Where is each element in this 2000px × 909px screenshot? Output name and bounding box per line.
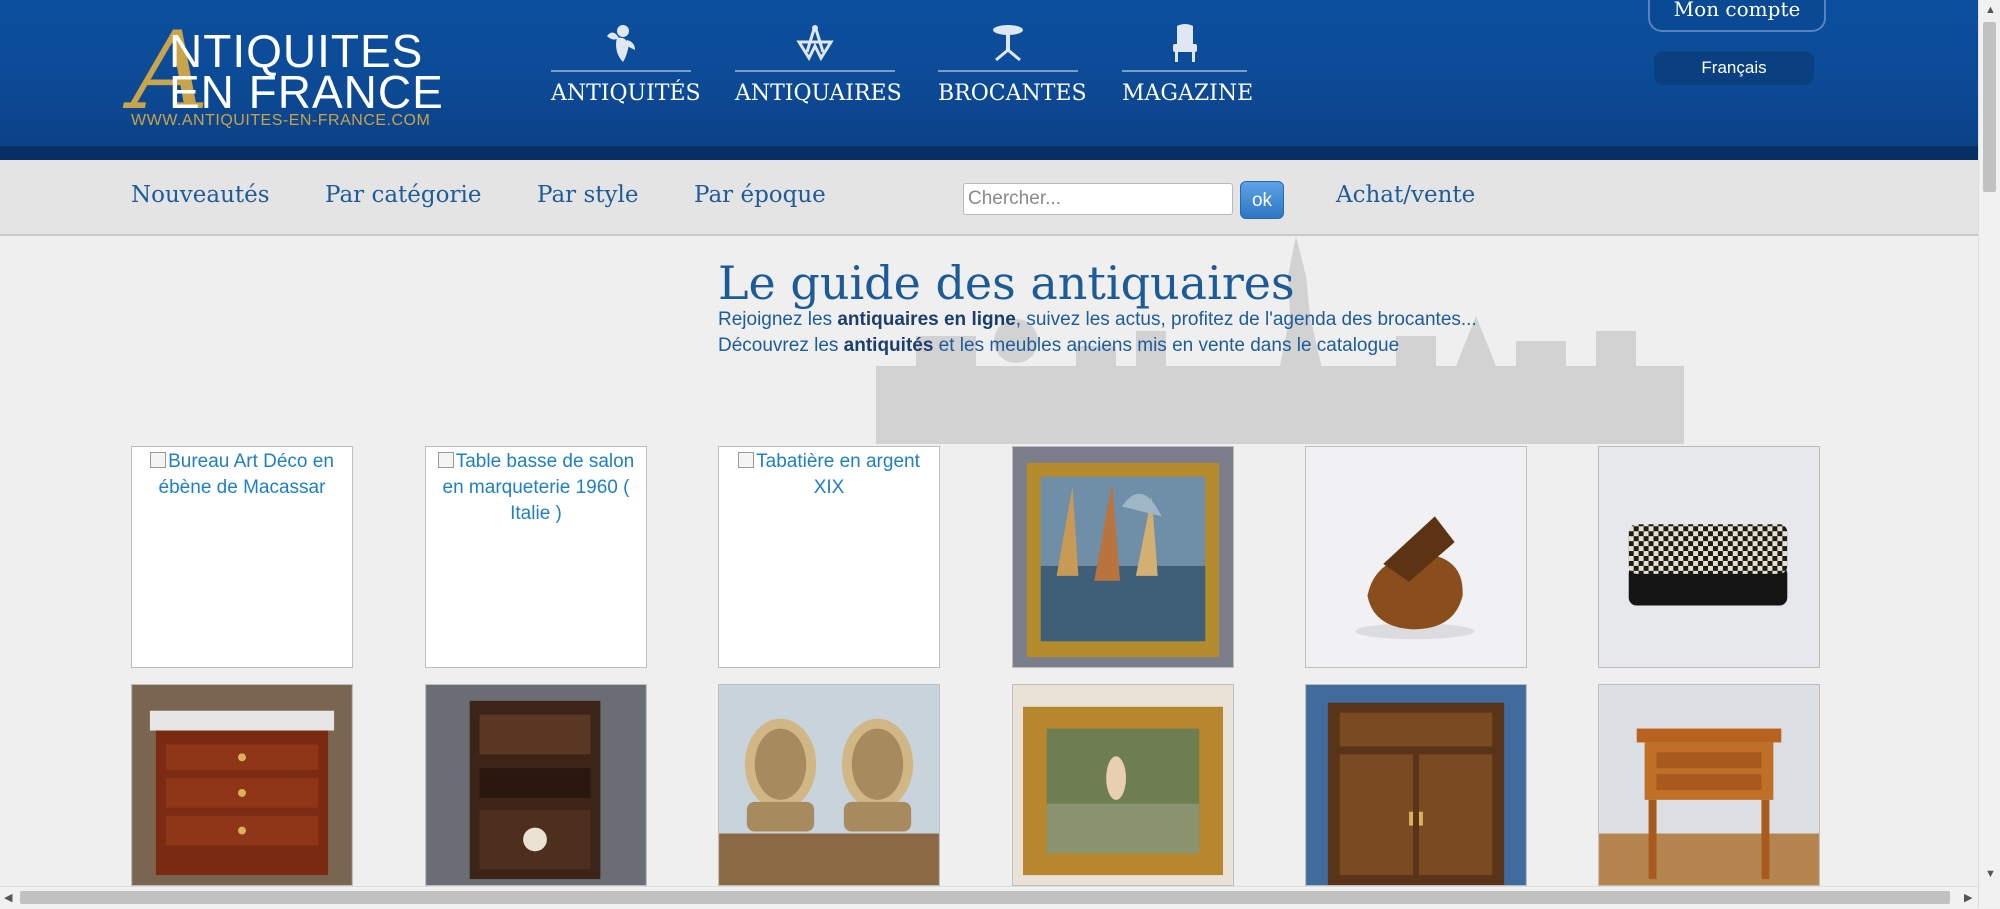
pair-of-armchairs-image xyxy=(719,685,939,885)
nav-divider xyxy=(735,70,895,72)
broken-image-icon xyxy=(150,452,167,468)
logo-text-line2: EN FRANCE xyxy=(169,66,444,118)
mainnav-antiquites[interactable]: ANTIQUITÉS xyxy=(551,22,701,112)
account-button[interactable]: Mon compte xyxy=(1648,0,1826,32)
language-selector[interactable]: Français xyxy=(1654,51,1814,85)
mainnav-label: ANTIQUITÉS xyxy=(551,81,701,106)
product-card[interactable] xyxy=(1012,684,1234,886)
product-card[interactable] xyxy=(1012,446,1234,668)
intro-link-antiquaires[interactable]: antiquaires en ligne xyxy=(837,309,1015,330)
vertical-scrollbar[interactable]: ▲ ▼ xyxy=(1978,0,2000,908)
mainnav-label: MAGAZINE xyxy=(1122,81,1254,106)
intro-text: Découvrez les xyxy=(718,335,844,356)
broken-image-icon xyxy=(738,452,755,468)
subnav-nouveautes[interactable]: Nouveautés xyxy=(131,180,270,210)
mahogany-commode-image xyxy=(132,685,352,885)
intro-text: et les meubles anciens mis en vente dans… xyxy=(933,335,1400,356)
product-card[interactable] xyxy=(718,684,940,886)
intro-line-1: Rejoignez les antiquaires en ligne, suiv… xyxy=(718,308,1477,332)
product-image-alt: Table basse de salon en marqueterie 1960… xyxy=(442,451,635,524)
harbor-painting-image xyxy=(1013,447,1233,667)
search-submit-button[interactable]: ok xyxy=(1240,181,1284,219)
site-header: A NTIQUITES EN FRANCE WWW.ANTIQUITES-EN-… xyxy=(0,0,1978,160)
search-input[interactable] xyxy=(963,183,1233,215)
compass-icon xyxy=(796,25,834,62)
subnav-par-epoque[interactable]: Par époque xyxy=(694,180,826,210)
scroll-up-icon[interactable]: ▲ xyxy=(1985,4,1996,16)
horizontal-scrollbar[interactable]: ◀ ▶ xyxy=(0,886,1978,909)
asian-cabinet-image xyxy=(426,685,646,885)
product-card[interactable] xyxy=(1598,446,1820,668)
scroll-left-icon[interactable]: ◀ xyxy=(4,892,12,904)
intro-link-antiquites[interactable]: antiquités xyxy=(844,335,934,356)
page-title: Le guide des antiquaires xyxy=(718,256,1295,310)
subnav-achat-vente[interactable]: Achat/vente xyxy=(1336,180,1475,210)
scroll-down-icon[interactable]: ▼ xyxy=(1985,868,1996,880)
product-card[interactable] xyxy=(1305,684,1527,886)
vertical-scroll-thumb[interactable] xyxy=(1983,22,1996,192)
cherub-icon xyxy=(607,25,635,62)
product-card[interactable]: Tabatière en argent XIX xyxy=(718,446,940,668)
secondary-nav: Nouveautés Par catégorie Par style Par é… xyxy=(0,160,1978,236)
site-logo[interactable]: A NTIQUITES EN FRANCE WWW.ANTIQUITES-EN-… xyxy=(131,18,451,134)
tortoiseshell-box-image xyxy=(1306,447,1526,667)
product-card[interactable] xyxy=(1305,446,1527,668)
product-card[interactable] xyxy=(425,684,647,886)
nav-divider xyxy=(938,70,1078,72)
armchair-icon xyxy=(1172,24,1197,62)
product-card[interactable]: Bureau Art Déco en ébène de Macassar xyxy=(131,446,353,668)
mainnav-brocantes[interactable]: BROCANTES xyxy=(938,22,1087,112)
mainnav-label: ANTIQUAIRES xyxy=(735,81,902,106)
subnav-par-categorie[interactable]: Par catégorie xyxy=(325,180,481,210)
product-card[interactable] xyxy=(1598,684,1820,886)
logo-url: WWW.ANTIQUITES-EN-FRANCE.COM xyxy=(131,112,431,129)
checkered-box-image xyxy=(1599,447,1819,667)
side-table-image xyxy=(1599,685,1819,885)
mainnav-label: BROCANTES xyxy=(938,81,1087,106)
intro-text: Rejoignez les xyxy=(718,309,838,330)
mainnav-antiquaires[interactable]: ANTIQUAIRES xyxy=(735,22,902,112)
product-card[interactable]: Table basse de salon en marqueterie 1960… xyxy=(425,446,647,668)
subnav-par-style[interactable]: Par style xyxy=(537,180,638,210)
mainnav-magazine[interactable]: MAGAZINE xyxy=(1122,22,1254,112)
nav-divider xyxy=(1122,70,1247,72)
intro-line-2: Découvrez les antiquités et les meubles … xyxy=(718,334,1399,358)
horizontal-scroll-thumb[interactable] xyxy=(20,891,1950,904)
intro-text: , suivez les actus, profitez de l'agenda… xyxy=(1015,309,1477,330)
product-image-alt: Tabatière en argent XIX xyxy=(756,451,920,498)
table-icon xyxy=(993,25,1023,62)
broken-image-icon xyxy=(437,452,454,468)
carved-cabinet-image xyxy=(1306,685,1526,885)
nav-divider xyxy=(551,70,691,72)
nude-painting-image xyxy=(1013,685,1233,885)
scroll-right-icon[interactable]: ▶ xyxy=(1964,892,1972,904)
product-card[interactable] xyxy=(131,684,353,886)
product-image-alt: Bureau Art Déco en ébène de Macassar xyxy=(158,451,334,498)
header-band xyxy=(0,146,1978,160)
